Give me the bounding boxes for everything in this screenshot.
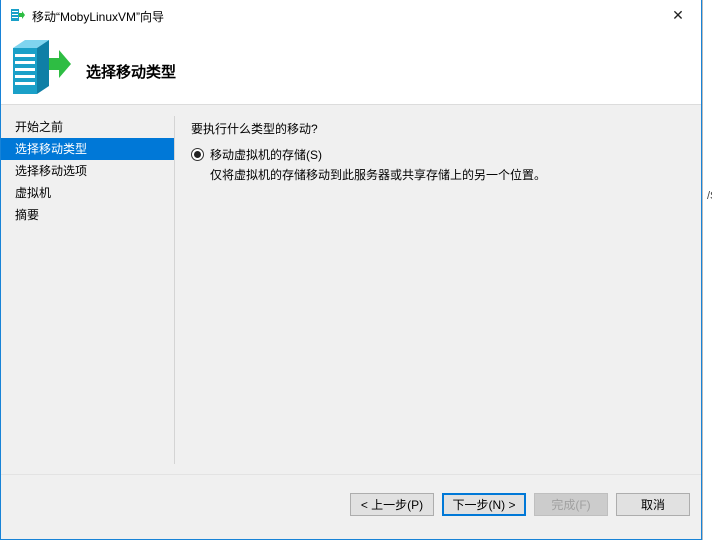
close-button[interactable]: ✕	[655, 0, 701, 30]
step-choose-move-options[interactable]: 选择移动选项	[1, 160, 174, 182]
wizard-step-list: 开始之前 选择移动类型 选择移动选项 虚拟机 摘要	[1, 116, 174, 464]
page-title: 选择移动类型	[86, 64, 177, 81]
move-storage-label[interactable]: 移动虚拟机的存储(S)	[210, 146, 322, 163]
footer-divider	[1, 474, 701, 475]
radio-checked-dot	[194, 151, 201, 158]
next-button[interactable]: 下一步(N) >	[442, 493, 526, 516]
wizard-header: 选择移动类型	[1, 30, 701, 105]
move-type-panel: 要执行什么类型的移动? 移动虚拟机的存储(S) 仅将虚拟机的存储移动到此服务器或…	[191, 120, 681, 182]
title-bar[interactable]: 移动“MobyLinuxVM”向导 ✕	[1, 0, 701, 30]
finish-button[interactable]: 完成(F)	[534, 493, 608, 516]
step-before-you-begin[interactable]: 开始之前	[1, 116, 174, 138]
step-choose-move-type[interactable]: 选择移动类型	[1, 138, 174, 160]
move-storage-option[interactable]: 移动虚拟机的存储(S)	[191, 146, 322, 163]
move-storage-radio[interactable]	[191, 148, 204, 161]
server-move-icon	[9, 38, 73, 98]
step-virtual-machine[interactable]: 虚拟机	[1, 182, 174, 204]
nav-divider	[174, 116, 175, 464]
background-window: /S	[702, 0, 712, 540]
move-storage-description: 仅将虚拟机的存储移动到此服务器或共享存储上的另一个位置。	[210, 168, 547, 182]
wizard-server-icon	[10, 7, 26, 23]
cancel-button[interactable]: 取消	[616, 493, 690, 516]
step-summary[interactable]: 摘要	[1, 204, 174, 226]
move-wizard-dialog: 移动“MobyLinuxVM”向导 ✕ 选择移动类型 开始之前 选择移动类型 选…	[0, 0, 702, 540]
close-icon: ✕	[672, 6, 684, 23]
background-window-text: /S	[707, 190, 712, 202]
window-title: 移动“MobyLinuxVM”向导	[32, 10, 165, 24]
previous-button[interactable]: < 上一步(P)	[350, 493, 434, 516]
move-type-question: 要执行什么类型的移动?	[191, 122, 318, 136]
